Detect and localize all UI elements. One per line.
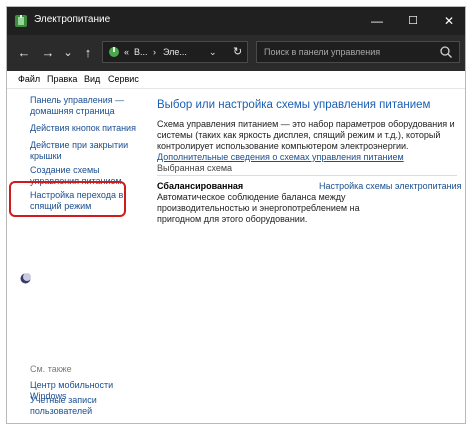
recent-locations-chevron-icon[interactable]: ⌄	[60, 44, 76, 62]
section-divider	[157, 175, 457, 176]
title-bar: Электропитание — ☐ ✕	[7, 7, 465, 35]
sidebar-link-control-panel-home[interactable]: Панель управления — домашняя страница	[30, 95, 138, 117]
search-input[interactable]: Поиск в панели управления	[264, 47, 380, 57]
plan-description: Автоматическое соблюдение баланса между …	[157, 192, 360, 224]
forward-arrow-icon[interactable]: →	[40, 44, 56, 62]
sidebar-link-user-accounts[interactable]: Учетные записи пользователей	[30, 395, 138, 417]
menu-tools[interactable]: Сервис	[108, 74, 139, 84]
sidebar-link-lid-close[interactable]: Действие при закрытии крышки	[30, 140, 138, 162]
page-title: Выбор или настройка схемы управления пит…	[157, 99, 431, 111]
description-learn-more-link[interactable]: Дополнительные сведения о схемах управле…	[157, 152, 404, 162]
menu-edit[interactable]: Правка	[47, 74, 77, 84]
address-dropdown-chevron-icon[interactable]: ⌄	[209, 47, 217, 58]
plan-settings-link[interactable]: Настройка схемы электропитания	[319, 181, 462, 191]
moon-icon	[20, 273, 31, 284]
address-back-chevron-icon: «	[124, 47, 130, 57]
highlight-outline	[9, 181, 126, 217]
maximize-button[interactable]: ☐	[395, 7, 431, 35]
menu-bar: Файл Правка Вид Сервис	[7, 71, 465, 89]
menu-view[interactable]: Вид	[84, 74, 100, 84]
window-title: Электропитание	[34, 14, 111, 25]
close-button[interactable]: ✕	[431, 7, 465, 35]
refresh-icon[interactable]: ↻	[233, 45, 242, 58]
sidebar: Панель управления — домашняя страница Де…	[7, 89, 143, 423]
menu-file[interactable]: Файл	[18, 74, 40, 84]
control-panel-window: Электропитание — ☐ ✕ ← → ⌄ ↑ « В... › Эл…	[6, 6, 466, 424]
power-options-icon	[109, 47, 119, 57]
page-description: Схема управления питанием — это набор па…	[157, 119, 457, 163]
search-box[interactable]: Поиск в панели управления	[256, 41, 460, 63]
address-bar[interactable]: « В... › Эле... ⌄ ↻	[102, 41, 248, 63]
breadcrumb-separator-icon: ›	[153, 47, 156, 57]
selected-plan-label: Выбранная схема	[157, 163, 233, 173]
minimize-button[interactable]: —	[359, 7, 395, 35]
navigation-bar: ← → ⌄ ↑ « В... › Эле... ⌄ ↻ Поиск в пане…	[7, 35, 465, 71]
up-arrow-icon[interactable]: ↑	[80, 44, 96, 62]
sidebar-link-power-buttons[interactable]: Действия кнопок питания	[30, 123, 138, 134]
back-arrow-icon[interactable]: ←	[16, 44, 32, 62]
see-also-label: См. также	[30, 364, 72, 374]
breadcrumb-segment-2[interactable]: Эле...	[163, 47, 187, 57]
power-options-icon	[15, 15, 27, 27]
description-text: Схема управления питанием — это набор па…	[157, 119, 455, 151]
plan-name: Сбалансированная	[157, 181, 244, 191]
breadcrumb-segment-1[interactable]: В...	[134, 47, 148, 57]
search-icon[interactable]	[439, 45, 453, 59]
